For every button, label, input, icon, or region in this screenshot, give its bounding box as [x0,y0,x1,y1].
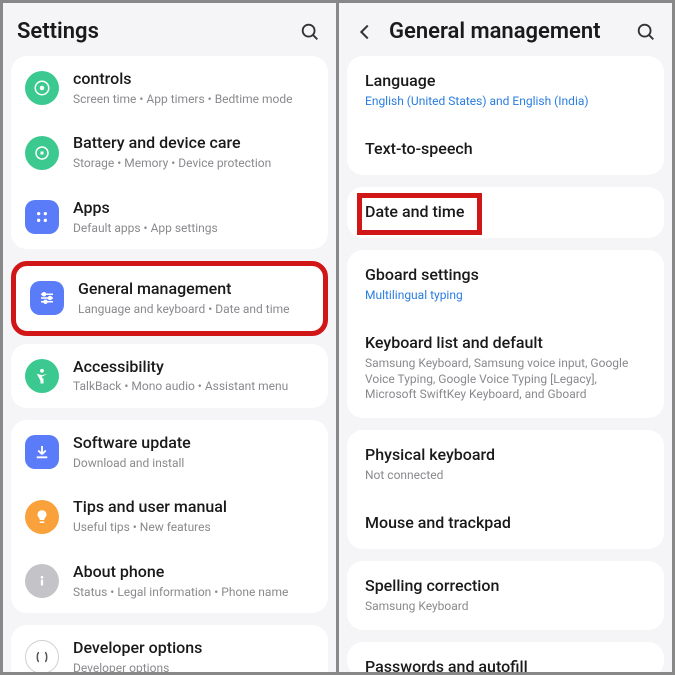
item-title: Keyboard list and default [365,333,646,354]
settings-item-apps[interactable]: Apps Default apps • App settings [11,185,328,249]
item-subtitle: Samsung Keyboard, Samsung voice input, G… [365,356,646,403]
battery-icon [25,136,59,170]
card: Language English (United States) and Eng… [347,56,664,175]
item-subtitle: TalkBack • Mono audio • Assistant menu [73,379,314,395]
item-title: Software update [73,433,314,454]
item-subtitle: Default apps • App settings [73,221,314,237]
header: Settings [3,3,336,56]
card: Date and time [347,187,664,238]
tips-icon [25,500,59,534]
gm-item-mouse-trackpad[interactable]: Mouse and trackpad [347,498,664,549]
gm-item-spelling-correction[interactable]: Spelling correction Samsung Keyboard [347,561,664,629]
page-title: Settings [17,19,298,44]
settings-item-battery[interactable]: Battery and device care Storage • Memory… [11,120,328,184]
card: Physical keyboard Not connected Mouse an… [347,430,664,549]
settings-item-accessibility[interactable]: Accessibility TalkBack • Mono audio • As… [11,344,328,408]
card: Accessibility TalkBack • Mono audio • As… [11,344,328,408]
card: Spelling correction Samsung Keyboard [347,561,664,629]
settings-screen: Settings controls Screen time • App time… [3,3,336,672]
search-icon [299,21,321,43]
gm-item-text-to-speech[interactable]: Text-to-speech [347,124,664,175]
item-title: Tips and user manual [73,497,314,518]
accessibility-icon [25,359,59,393]
item-title: Physical keyboard [365,445,646,466]
item-subtitle: Samsung Keyboard [365,599,646,615]
developer-options-icon [25,640,59,672]
card: controls Screen time • App timers • Bedt… [11,56,328,249]
item-subtitle: Screen time • App timers • Bedtime mode [73,92,314,108]
item-title: Passwords and autofill [365,657,646,672]
card: Gboard settings Multilingual typing Keyb… [347,250,664,418]
item-title: Text-to-speech [365,139,646,160]
item-title: Battery and device care [73,133,314,154]
gm-item-language[interactable]: Language English (United States) and Eng… [347,56,664,124]
search-icon [635,21,657,43]
back-button[interactable] [353,20,377,44]
gm-item-keyboard-list[interactable]: Keyboard list and default Samsung Keyboa… [347,318,664,418]
item-subtitle: English (United States) and English (Ind… [365,94,646,110]
general-management-icon [30,281,64,315]
item-title: Accessibility [73,357,314,378]
item-subtitle: Language and keyboard • Date and time [78,302,309,318]
item-title: About phone [73,562,314,583]
settings-item-developer-options[interactable]: Developer options Developer options [11,625,328,672]
about-phone-icon [25,564,59,598]
general-management-list: Language English (United States) and Eng… [339,56,672,672]
digital-wellbeing-icon [25,71,59,105]
settings-item-software-update[interactable]: Software update Download and install [11,420,328,484]
apps-icon [25,200,59,234]
item-title: Spelling correction [365,576,646,597]
item-subtitle: Multilingual typing [365,288,646,304]
item-subtitle: Useful tips • New features [73,520,314,536]
item-title: Gboard settings [365,265,646,286]
header: General management [339,3,672,56]
item-title: Mouse and trackpad [365,513,646,534]
item-title: Date and time [365,202,646,223]
settings-item-general-management[interactable]: General management Language and keyboard… [16,266,323,330]
item-subtitle: Storage • Memory • Device protection [73,156,314,172]
item-subtitle: Status • Legal information • Phone name [73,585,314,601]
gm-item-physical-keyboard[interactable]: Physical keyboard Not connected [347,430,664,498]
card-highlighted: General management Language and keyboard… [11,261,328,335]
card: Software update Download and install Tip… [11,420,328,613]
page-title: General management [389,19,634,44]
search-button[interactable] [634,20,658,44]
item-subtitle: Developer options [73,661,314,672]
search-button[interactable] [298,20,322,44]
gm-item-gboard-settings[interactable]: Gboard settings Multilingual typing [347,250,664,318]
settings-item-tips[interactable]: Tips and user manual Useful tips • New f… [11,484,328,548]
item-subtitle: Not connected [365,468,646,484]
gm-item-date-and-time[interactable]: Date and time [347,187,664,238]
settings-item-about-phone[interactable]: About phone Status • Legal information •… [11,549,328,613]
card: Developer options Developer options [11,625,328,672]
settings-list: controls Screen time • App timers • Bedt… [3,56,336,672]
general-management-screen: General management Language English (Uni… [339,3,672,672]
item-title: Apps [73,198,314,219]
gm-item-passwords-autofill[interactable]: Passwords and autofill [347,642,664,672]
software-update-icon [25,435,59,469]
chevron-left-icon [354,21,376,43]
card: Passwords and autofill [347,642,664,672]
item-title: Developer options [73,638,314,659]
item-title: Language [365,71,646,92]
settings-item-digital-wellbeing[interactable]: controls Screen time • App timers • Bedt… [11,56,328,120]
item-title: controls [73,69,314,90]
item-title: General management [78,279,309,300]
item-subtitle: Download and install [73,456,314,472]
